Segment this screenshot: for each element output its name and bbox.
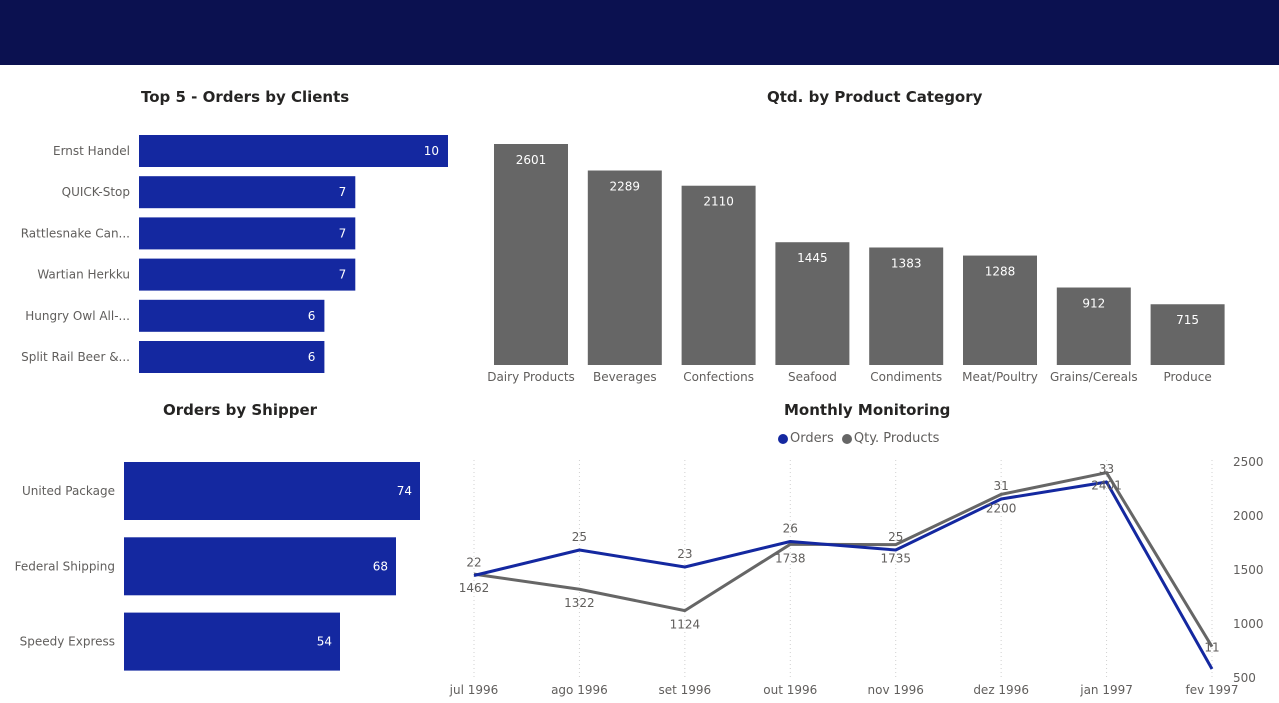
category-bar-value: 1288 bbox=[985, 265, 1016, 279]
monthly-y-tick: 2000 bbox=[1233, 509, 1264, 523]
category-bar bbox=[587, 170, 662, 365]
client-bar bbox=[139, 341, 325, 373]
monthly-x-label: ago 1996 bbox=[551, 683, 608, 697]
category-label: Seafood bbox=[788, 370, 837, 384]
monthly-y-tick: 1500 bbox=[1233, 563, 1264, 577]
category-label: Dairy Products bbox=[487, 370, 575, 384]
client-bar-value: 6 bbox=[308, 309, 316, 323]
qty-data-label: 1738 bbox=[775, 551, 806, 565]
dashboard-charts: 10 Ernst Handel 7 QUICK-Stop 7 Rattlesnake Ca… bbox=[15, 135, 1264, 697]
category-label: Produce bbox=[1163, 370, 1211, 384]
orders-data-label: 22 bbox=[466, 556, 481, 570]
client-bar bbox=[139, 299, 325, 332]
monthly-x-label: nov 1996 bbox=[868, 683, 924, 697]
client-label: Ernst Handel bbox=[53, 144, 130, 158]
category-label: Beverages bbox=[593, 370, 657, 384]
category-bar-value: 1383 bbox=[891, 256, 922, 270]
qty-data-label: 2200 bbox=[986, 501, 1017, 515]
category-label: Meat/Poultry bbox=[962, 370, 1038, 384]
client-bar-value: 7 bbox=[339, 185, 347, 199]
client-bar bbox=[139, 217, 356, 250]
qty-data-label: 2401 bbox=[1091, 479, 1122, 493]
monthly-x-label: out 1996 bbox=[763, 683, 817, 697]
category-bar-value: 2110 bbox=[703, 195, 734, 209]
orders-data-label: 31 bbox=[994, 479, 1009, 493]
client-label: QUICK-Stop bbox=[62, 185, 130, 199]
qty-data-label: 1735 bbox=[880, 552, 911, 566]
qty-data-label: 1462 bbox=[459, 581, 490, 595]
shipper-label: United Package bbox=[22, 484, 115, 498]
category-bar-value: 2289 bbox=[610, 180, 641, 194]
monthly-x-label: set 1996 bbox=[659, 683, 712, 697]
category-bar bbox=[494, 144, 568, 365]
category-bar bbox=[681, 185, 756, 365]
monthly-y-tick: 2500 bbox=[1233, 455, 1264, 469]
monthly-x-label: dez 1996 bbox=[973, 683, 1029, 697]
shipper-bar bbox=[124, 612, 340, 671]
shipper-label: Federal Shipping bbox=[15, 559, 115, 573]
client-bar-value: 7 bbox=[339, 226, 347, 240]
shipper-bar bbox=[124, 462, 420, 520]
shipper-bar-value: 74 bbox=[397, 484, 412, 498]
category-bar-value: 2601 bbox=[516, 153, 547, 167]
client-label: Split Rail Beer &... bbox=[21, 350, 130, 364]
monthly-x-label: jan 1997 bbox=[1079, 683, 1133, 697]
client-bar bbox=[139, 135, 448, 167]
category-bar-value: 1445 bbox=[797, 251, 828, 265]
client-bar bbox=[139, 176, 356, 209]
orders-data-label: 11 bbox=[1204, 641, 1219, 655]
orders-data-label: 33 bbox=[1099, 462, 1114, 476]
category-label: Condiments bbox=[870, 370, 942, 384]
orders-data-label: 23 bbox=[677, 547, 692, 561]
qty-series-line bbox=[473, 471, 1214, 648]
client-bar bbox=[139, 258, 356, 291]
shipper-bar-value: 54 bbox=[317, 635, 332, 649]
client-label: Hungry Owl All-... bbox=[25, 309, 130, 323]
qty-data-label: 1322 bbox=[564, 596, 595, 610]
shipper-label: Speedy Express bbox=[20, 635, 115, 649]
category-label: Grains/Cereals bbox=[1050, 370, 1138, 384]
qty-data-label: 1124 bbox=[670, 618, 701, 632]
category-bar-value: 912 bbox=[1082, 297, 1105, 311]
orders-series-line bbox=[473, 480, 1214, 670]
orders-data-label: 25 bbox=[572, 530, 587, 544]
category-bar-value: 715 bbox=[1176, 313, 1199, 327]
monthly-y-tick: 1000 bbox=[1233, 617, 1264, 631]
client-bar-value: 6 bbox=[308, 350, 316, 364]
orders-data-label: 25 bbox=[888, 530, 903, 544]
shipper-bar-value: 68 bbox=[373, 559, 388, 573]
orders-data-label: 26 bbox=[783, 522, 798, 536]
monthly-x-label: jul 1996 bbox=[449, 683, 499, 697]
shipper-bar bbox=[124, 537, 396, 596]
client-bar-value: 7 bbox=[339, 268, 347, 282]
client-label: Wartian Herkku bbox=[37, 268, 130, 282]
client-bar-value: 10 bbox=[424, 144, 439, 158]
category-label: Confections bbox=[683, 370, 754, 384]
client-label: Rattlesnake Can... bbox=[21, 226, 130, 240]
monthly-x-label: fev 1997 bbox=[1185, 683, 1238, 697]
